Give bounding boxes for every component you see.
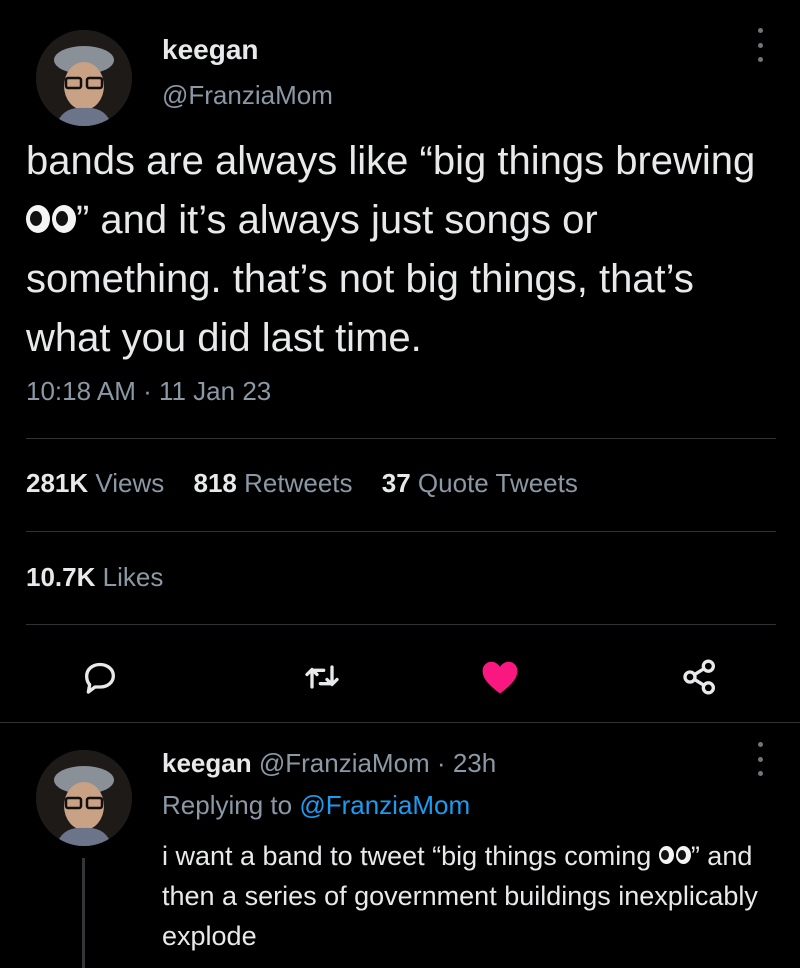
- retweet-icon: [305, 665, 339, 689]
- tweet-text: bands are always like “big things brewin…: [26, 132, 786, 368]
- retweets-stat[interactable]: 818 Retweets: [194, 468, 353, 499]
- eyes-emoji-icon: [26, 205, 76, 234]
- avatar-photo: [36, 30, 132, 126]
- share-button[interactable]: [678, 655, 722, 699]
- reply-author-name[interactable]: keegan: [162, 748, 252, 778]
- share-icon: [683, 659, 715, 695]
- reply-header: keegan @FranziaMom · 23h: [162, 748, 496, 779]
- avatar-photo: [36, 750, 132, 846]
- divider: [26, 624, 776, 625]
- author-handle[interactable]: @FranziaMom: [162, 80, 333, 111]
- author-avatar[interactable]: [36, 30, 132, 126]
- replying-prefix: Replying to: [162, 790, 293, 820]
- divider: [26, 531, 776, 532]
- quotes-label: Quote Tweets: [417, 468, 578, 498]
- likes-stat[interactable]: 10.7K Likes: [26, 562, 163, 593]
- reply-icon: [85, 662, 116, 694]
- likes-count: 10.7K: [26, 562, 96, 592]
- quote-tweets-stat[interactable]: 37 Quote Tweets: [382, 468, 578, 499]
- likes-stats: 10.7K Likes: [26, 562, 185, 593]
- engagement-stats: 281K Views 818 Retweets 37 Quote Tweets: [26, 468, 600, 499]
- thread-line: [82, 858, 85, 968]
- retweet-button[interactable]: [300, 655, 344, 699]
- retweets-label: Retweets: [244, 468, 353, 498]
- reply-text-part1: i want a band to tweet “big things comin…: [162, 841, 652, 871]
- tweet-text-part2: ” and it’s always just songs or somethin…: [26, 198, 694, 360]
- author-name[interactable]: keegan: [162, 34, 259, 66]
- reply-text: i want a band to tweet “big things comin…: [162, 836, 772, 956]
- tweet-timestamp[interactable]: 10:18 AM · 11 Jan 23: [26, 376, 271, 407]
- reply-button[interactable]: [78, 655, 122, 699]
- eyes-emoji-icon: [658, 845, 691, 864]
- retweets-count: 818: [193, 468, 237, 498]
- divider: [0, 722, 800, 723]
- like-button[interactable]: [478, 655, 522, 699]
- likes-label: Likes: [102, 562, 164, 592]
- views-count: 281K: [26, 468, 89, 498]
- replying-to: Replying to @FranziaMom: [162, 790, 470, 821]
- divider: [26, 438, 776, 439]
- reply-meta[interactable]: @FranziaMom · 23h: [259, 748, 496, 778]
- more-options-icon[interactable]: [750, 28, 770, 62]
- views-stat[interactable]: 281K Views: [26, 468, 164, 499]
- more-options-icon[interactable]: [750, 742, 770, 776]
- reply-author-avatar[interactable]: [36, 750, 132, 846]
- views-label: Views: [95, 468, 165, 498]
- replying-to-mention[interactable]: @FranziaMom: [299, 790, 470, 820]
- heart-icon: [482, 661, 518, 694]
- quotes-count: 37: [381, 468, 411, 498]
- tweet-text-part1: bands are always like “big things brewin…: [26, 139, 756, 183]
